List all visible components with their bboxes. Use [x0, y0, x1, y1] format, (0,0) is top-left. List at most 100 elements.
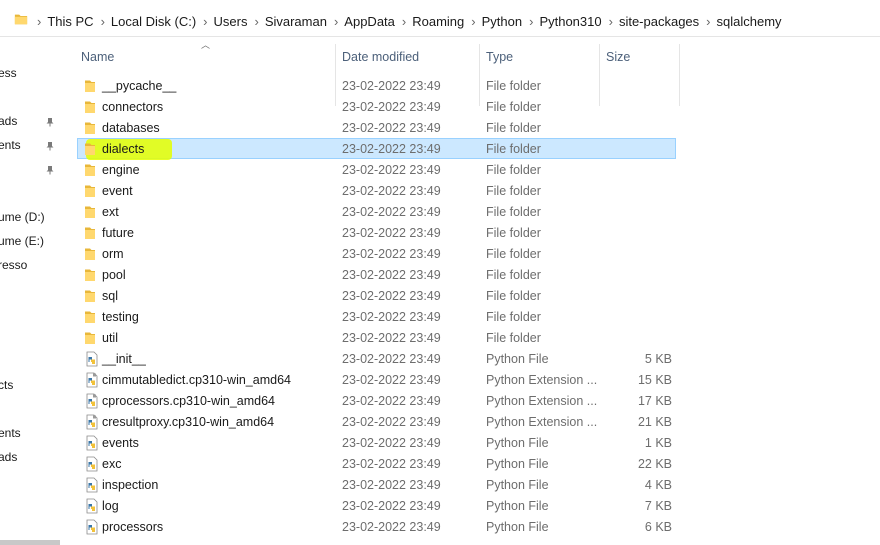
- file-date-modified: 23-02-2022 23:49: [342, 100, 441, 114]
- python-file-icon: [84, 477, 100, 493]
- file-row[interactable]: event 23-02-2022 23:49 File folder: [77, 180, 676, 201]
- chevron-right-icon[interactable]: ›: [37, 14, 41, 29]
- nav-item[interactable]: ume (D:): [0, 210, 60, 226]
- file-row[interactable]: databases 23-02-2022 23:49 File folder: [77, 117, 676, 138]
- file-date-modified: 23-02-2022 23:49: [342, 331, 441, 345]
- file-date-modified: 23-02-2022 23:49: [342, 226, 441, 240]
- file-size: [606, 139, 672, 158]
- file-row[interactable]: ext 23-02-2022 23:49 File folder: [77, 201, 676, 222]
- file-type: File folder: [486, 205, 541, 219]
- breadcrumb-item[interactable]: Python310: [539, 14, 601, 29]
- file-size: 22 KB: [637, 457, 672, 471]
- chevron-right-icon[interactable]: ›: [203, 14, 207, 29]
- column-header-size[interactable]: Size: [600, 38, 678, 72]
- file-name: pool: [102, 268, 126, 282]
- breadcrumb-item[interactable]: This PC: [47, 14, 93, 29]
- chevron-right-icon[interactable]: ›: [471, 14, 475, 29]
- file-name: event: [102, 184, 133, 198]
- nav-item[interactable]: ads: [0, 114, 60, 130]
- file-row[interactable]: dialects 23-02-2022 23:49 File folder: [77, 138, 676, 160]
- file-date-modified: 23-02-2022 23:49: [342, 352, 441, 366]
- nav-item[interactable]: ents: [0, 426, 60, 442]
- file-row[interactable]: pool 23-02-2022 23:49 File folder: [77, 264, 676, 285]
- python-file-icon: [84, 519, 100, 535]
- file-name: databases: [102, 121, 160, 135]
- file-name: events: [102, 436, 139, 450]
- file-name: engine: [102, 163, 140, 177]
- nav-item[interactable]: cts: [0, 378, 60, 394]
- file-date-modified: 23-02-2022 23:49: [342, 205, 441, 219]
- file-row[interactable]: orm 23-02-2022 23:49 File folder: [77, 243, 676, 264]
- file-row[interactable]: cimmutabledict.cp310-win_amd64 23-02-2022…: [77, 369, 676, 390]
- chevron-right-icon[interactable]: ›: [334, 14, 338, 29]
- file-row[interactable]: sql 23-02-2022 23:49 File folder: [77, 285, 676, 306]
- file-row[interactable]: inspection 23-02-2022 23:49 Python File 4 K…: [77, 474, 676, 495]
- file-size: 4 KB: [644, 478, 672, 492]
- breadcrumb-item[interactable]: sqlalchemy: [717, 14, 782, 29]
- file-row[interactable]: processors 23-02-2022 23:49 Python File 6 K…: [77, 516, 676, 537]
- file-date-modified: 23-02-2022 23:49: [342, 121, 441, 135]
- breadcrumb-item[interactable]: AppData: [344, 14, 395, 29]
- nav-item[interactable]: ume (E:): [0, 234, 60, 250]
- column-header-date[interactable]: Date modified: [336, 38, 478, 72]
- breadcrumb-item[interactable]: Sivaraman: [265, 14, 327, 29]
- navigation-pane[interactable]: ess ads ents ume (D:) ume (E:) resso cts ents ad…: [0, 38, 60, 545]
- file-row[interactable]: engine 23-02-2022 23:49 File folder: [77, 159, 676, 180]
- nav-item[interactable]: ents: [0, 138, 60, 154]
- chevron-right-icon[interactable]: ›: [101, 14, 105, 29]
- file-type: Python Extension ...: [486, 373, 598, 387]
- chevron-right-icon[interactable]: ›: [529, 14, 533, 29]
- file-name: sql: [102, 289, 118, 303]
- breadcrumb-item[interactable]: Users: [214, 14, 248, 29]
- chevron-right-icon[interactable]: ›: [254, 14, 258, 29]
- nav-scrollbar[interactable]: [0, 540, 60, 545]
- nav-item-label: ume (E:): [0, 234, 45, 248]
- file-size: [606, 244, 672, 263]
- breadcrumb-item[interactable]: Local Disk (C:): [111, 14, 196, 29]
- pin-icon[interactable]: [45, 116, 55, 127]
- file-size: [606, 97, 672, 116]
- file-row[interactable]: __pycache__ 23-02-2022 23:49 File folder: [77, 75, 676, 96]
- pin-icon[interactable]: [45, 164, 55, 175]
- file-size: [606, 118, 672, 137]
- breadcrumb-item[interactable]: site-packages: [619, 14, 699, 29]
- file-size: [606, 286, 672, 305]
- file-type: File folder: [486, 79, 541, 93]
- file-date-modified: 23-02-2022 23:49: [342, 310, 441, 324]
- nav-item[interactable]: ads: [0, 450, 60, 466]
- chevron-right-icon[interactable]: ›: [609, 14, 613, 29]
- python-file-icon: [84, 351, 100, 367]
- folder-icon: [84, 246, 100, 262]
- file-name: cimmutabledict.cp310-win_amd64: [102, 373, 291, 387]
- chevron-right-icon[interactable]: ›: [402, 14, 406, 29]
- column-header-type[interactable]: Type: [480, 38, 598, 72]
- file-name: exc: [102, 457, 122, 471]
- file-row[interactable]: future 23-02-2022 23:49 File folder: [77, 222, 676, 243]
- nav-item[interactable]: ess: [0, 66, 60, 82]
- file-name: orm: [102, 247, 124, 261]
- file-type: File folder: [486, 310, 541, 324]
- file-row[interactable]: cresultproxy.cp310-win_amd64 23-02-2022 2…: [77, 411, 676, 432]
- nav-item[interactable]: resso: [0, 258, 60, 274]
- breadcrumb-item[interactable]: Roaming: [412, 14, 464, 29]
- python-file-icon: [84, 498, 100, 514]
- file-row[interactable]: cprocessors.cp310-win_amd64 23-02-2022 23…: [77, 390, 676, 411]
- address-bar[interactable]: › This PC › Local Disk (C:) › Users › Sivaraman…: [0, 5, 880, 37]
- file-row[interactable]: __init__ 23-02-2022 23:49 Python File 5 KB: [77, 348, 676, 369]
- nav-item[interactable]: [0, 162, 60, 178]
- file-type: Python File: [486, 499, 549, 513]
- file-type: File folder: [486, 142, 541, 156]
- file-row[interactable]: events 23-02-2022 23:49 Python File 1 KB: [77, 432, 676, 453]
- file-row[interactable]: testing 23-02-2022 23:49 File folder: [77, 306, 676, 327]
- file-row[interactable]: util 23-02-2022 23:49 File folder: [77, 327, 676, 348]
- file-type: File folder: [486, 100, 541, 114]
- column-header-name[interactable]: Name: [75, 38, 333, 72]
- file-list[interactable]: __pycache__ 23-02-2022 23:49 File folder co…: [60, 75, 880, 545]
- nav-item-label: ess: [0, 66, 17, 80]
- pin-icon[interactable]: [45, 140, 55, 151]
- chevron-right-icon[interactable]: ›: [706, 14, 710, 29]
- file-row[interactable]: connectors 23-02-2022 23:49 File folder: [77, 96, 676, 117]
- file-row[interactable]: log 23-02-2022 23:49 Python File 7 KB: [77, 495, 676, 516]
- file-row[interactable]: exc 23-02-2022 23:49 Python File 22 KB: [77, 453, 676, 474]
- breadcrumb-item[interactable]: Python: [482, 14, 522, 29]
